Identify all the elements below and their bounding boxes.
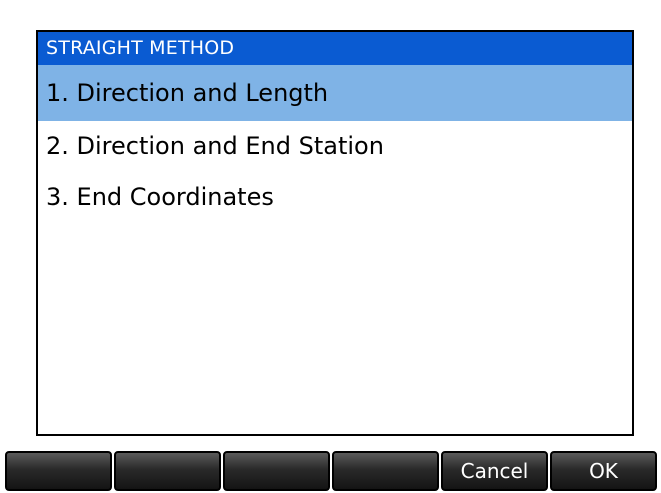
option-list: 1. Direction and Length 2. Direction and… [38, 65, 632, 223]
option-direction-and-end-station[interactable]: 2. Direction and End Station [38, 121, 632, 172]
softkey-4[interactable] [332, 451, 439, 491]
ok-button[interactable]: OK [550, 451, 657, 491]
screen: STRAIGHT METHOD 1. Direction and Length … [0, 0, 661, 493]
dialog-title: STRAIGHT METHOD [38, 32, 632, 65]
softkey-2[interactable] [114, 451, 221, 491]
softkey-1[interactable] [5, 451, 112, 491]
softkey-bar: Cancel OK [5, 451, 657, 491]
softkey-3[interactable] [223, 451, 330, 491]
cancel-button[interactable]: Cancel [441, 451, 548, 491]
choose-dialog: STRAIGHT METHOD 1. Direction and Length … [36, 30, 634, 436]
option-direction-and-length[interactable]: 1. Direction and Length [38, 65, 632, 121]
option-end-coordinates[interactable]: 3. End Coordinates [38, 172, 632, 223]
